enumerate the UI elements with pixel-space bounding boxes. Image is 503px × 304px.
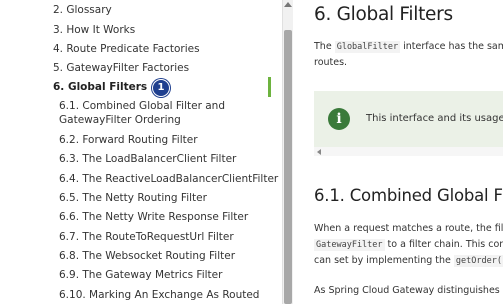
toc-item-netty-write-response-filter[interactable]: 6.6. The Netty Write Response Filter <box>59 211 248 224</box>
paragraph-line1: When a request matches a route, the fil <box>314 223 503 234</box>
scrollbar-thumb[interactable] <box>284 30 292 304</box>
toc-item-combined-global-filter[interactable]: 6.1. Combined Global Filter and <box>59 100 225 113</box>
info-icon: i <box>328 108 350 130</box>
toc-item-combined-global-filter-cont[interactable]: GatewayFilter Ordering <box>59 114 181 127</box>
toc-item-netty-routing-filter[interactable]: 6.5. The Netty Routing Filter <box>59 192 207 205</box>
toc-item-glossary[interactable]: 2. Glossary <box>53 4 112 17</box>
sidebar-toc: 2. Glossary 3. How It Works 4. Route Pre… <box>0 0 282 304</box>
toc-item-routetorequesturl-filter[interactable]: 6.7. The RouteToRequestUrl Filter <box>59 231 234 244</box>
admonition-note: i This interface and its usage a <box>314 91 503 147</box>
toc-item-loadbalancerclient-filter[interactable]: 6.3. The LoadBalancerClient Filter <box>59 153 236 166</box>
section-heading: 6.1. Combined Global Filt <box>314 186 503 205</box>
inline-code: GatewayFilter <box>314 239 385 251</box>
toc-item-marking-exchange-routed[interactable]: 6.10. Marking An Exchange As Routed <box>59 289 259 302</box>
toc-item-global-filters[interactable]: 6. Global Filters <box>53 81 147 94</box>
toc-item-gateway-metrics-filter[interactable]: 6.9. The Gateway Metrics Filter <box>59 269 222 282</box>
scroll-left-arrow-icon[interactable] <box>317 149 321 155</box>
toc-item-route-predicate-factories[interactable]: 4. Route Predicate Factories <box>53 43 200 56</box>
note-text: This interface and its usage a <box>366 113 503 124</box>
toc-item-gatewayfilter-factories[interactable]: 5. GatewayFilter Factories <box>53 62 189 75</box>
inline-code: GlobalFilter <box>334 41 401 53</box>
paragraph-line3: can set by implementing the getOrder() <box>314 254 503 268</box>
toc-item-forward-routing-filter[interactable]: 6.2. Forward Routing Filter <box>59 134 198 147</box>
horizontal-scrollbar[interactable] <box>314 147 503 156</box>
intro-paragraph-line2: routes. <box>314 57 348 68</box>
toc-item-websocket-routing-filter[interactable]: 6.8. The Websocket Routing Filter <box>59 250 235 263</box>
intro-paragraph-line1: The GlobalFilter interface has the sam <box>314 41 503 53</box>
step-badge: 1 <box>152 79 170 97</box>
scroll-up-arrow-icon[interactable] <box>284 2 292 7</box>
toc-item-how-it-works[interactable]: 3. How It Works <box>53 24 135 37</box>
page-title: 6. Global Filters <box>314 4 453 25</box>
paragraph2-line1: As Spring Cloud Gateway distinguishes <box>314 285 500 296</box>
toc-item-reactiveloadbalancerclientfilter[interactable]: 6.4. The ReactiveLoadBalancerClientFilte… <box>59 173 278 186</box>
active-indicator <box>268 77 271 97</box>
sidebar-scrollbar[interactable] <box>282 0 293 304</box>
inline-code: getOrder() <box>453 255 503 267</box>
main-content: 6. Global Filters The GlobalFilter inter… <box>293 0 503 304</box>
paragraph-line2: GatewayFilter to a filter chain. This co… <box>314 239 503 251</box>
